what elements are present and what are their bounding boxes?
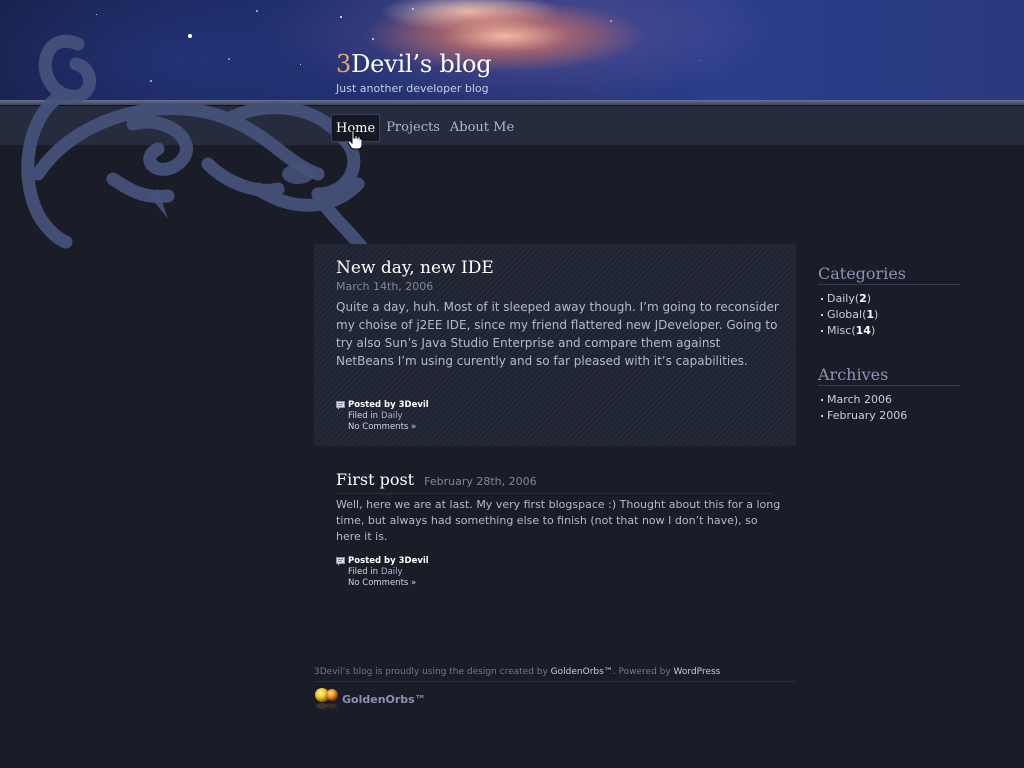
footer-logo[interactable]: GoldenOrbs™: [314, 686, 426, 712]
category-link[interactable]: Global: [827, 307, 862, 323]
post-meta: Posted by 3Devil Filed in Daily No Comme…: [336, 400, 429, 433]
post-category-link[interactable]: Daily: [381, 411, 403, 421]
footer-logo-text[interactable]: GoldenOrbs™: [342, 693, 426, 706]
categories-list: Daily (2) Global (1) Misc (14): [818, 291, 960, 339]
category-link[interactable]: Misc: [827, 323, 851, 339]
post-body: Quite a day, huh. Most of it sleeped awa…: [336, 300, 779, 368]
archives-heading: Archives: [818, 365, 960, 386]
archive-item[interactable]: February 2006: [818, 408, 960, 424]
sidebar: Categories Daily (2) Global (1) Misc (14…: [818, 264, 960, 424]
categories-heading: Categories: [818, 264, 960, 285]
hand-cursor-icon: [348, 130, 362, 150]
filed-in-label: Filed in: [348, 411, 379, 421]
category-item[interactable]: Daily (2): [818, 291, 960, 307]
nav-about-me[interactable]: About Me: [446, 114, 518, 142]
wordpress-link[interactable]: WordPress: [674, 667, 721, 677]
post-title[interactable]: First post: [336, 470, 414, 489]
dragon-logo-icon: [21, 34, 370, 256]
post-author: 3Devil: [398, 400, 429, 410]
footer-text: . Powered by: [612, 667, 674, 677]
post-meta: Posted by 3Devil Filed in Daily No Comme…: [336, 556, 429, 589]
post-category-link[interactable]: Daily: [381, 567, 403, 577]
post-author: 3Devil: [398, 556, 429, 566]
comments-link[interactable]: No Comments »: [348, 422, 416, 432]
archive-link[interactable]: March 2006: [827, 392, 892, 408]
category-count: 1: [866, 308, 875, 321]
golden-orbs-icon: [315, 688, 338, 709]
nav-projects[interactable]: Projects: [382, 114, 444, 142]
posted-by-label: Posted by: [348, 556, 396, 566]
category-count: 2: [859, 292, 867, 305]
blog-title-text[interactable]: Devil’s blog: [351, 50, 492, 78]
comment-icon: [336, 557, 345, 566]
blog-tagline: Just another developer blog: [336, 82, 489, 95]
post-body: Well, here we are at last. My very first…: [336, 498, 781, 543]
comment-icon: [336, 401, 345, 410]
post-header: First post February 28th, 2006: [336, 470, 772, 494]
category-item[interactable]: Global (1): [818, 307, 960, 323]
comments-link[interactable]: No Comments »: [348, 578, 416, 588]
post-title[interactable]: New day, new IDE: [336, 258, 494, 278]
category-link[interactable]: Daily: [827, 291, 855, 307]
posted-by-label: Posted by: [348, 400, 396, 410]
archive-item[interactable]: March 2006: [818, 392, 960, 408]
footer-credits: 3Devil’s blog is proudly using the desig…: [314, 667, 796, 682]
post-card: New day, new IDE March 14th, 2006 Quite …: [314, 244, 796, 446]
category-item[interactable]: Misc (14): [818, 323, 960, 339]
blog-title[interactable]: 3Devil’s blog: [336, 50, 492, 78]
archive-link[interactable]: February 2006: [827, 408, 907, 424]
filed-in-label: Filed in: [348, 567, 379, 577]
goldenorbs-link[interactable]: GoldenOrbs™: [551, 667, 613, 677]
archives-list: March 2006 February 2006: [818, 392, 960, 424]
category-count: 14: [855, 324, 871, 337]
footer-text: 3Devil’s blog is proudly using the desig…: [314, 667, 551, 677]
blog-title-first-char[interactable]: 3: [336, 50, 351, 78]
post-date: February 28th, 2006: [424, 475, 537, 488]
post-date: March 14th, 2006: [336, 280, 434, 293]
